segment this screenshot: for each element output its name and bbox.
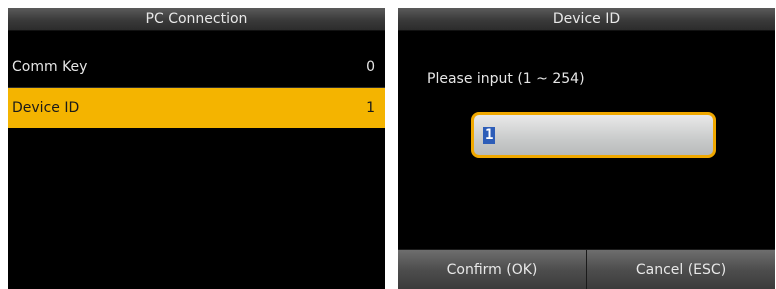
menu-item-value: 0	[366, 59, 375, 75]
input-prompt: Please input (1 ~ 254)	[427, 71, 585, 87]
device-id-screen: Device ID Please input (1 ~ 254) 1 Confi…	[398, 8, 775, 289]
menu-item-value: 1	[366, 100, 375, 116]
screen-title: PC Connection	[8, 8, 385, 31]
input-value: 1	[483, 127, 496, 144]
device-id-input[interactable]: 1	[471, 112, 716, 158]
cancel-button[interactable]: Cancel (ESC)	[586, 250, 775, 289]
pc-connection-screen: PC Connection Comm Key 0 Device ID 1	[8, 8, 385, 289]
confirm-button[interactable]: Confirm (OK)	[398, 250, 586, 289]
screen-title: Device ID	[398, 8, 775, 31]
menu-item-comm-key[interactable]: Comm Key 0	[8, 47, 385, 87]
menu-item-label: Comm Key	[12, 59, 88, 75]
menu-item-label: Device ID	[12, 100, 80, 116]
button-bar: Confirm (OK) Cancel (ESC)	[398, 249, 775, 289]
menu-item-device-id[interactable]: Device ID 1	[8, 88, 385, 128]
